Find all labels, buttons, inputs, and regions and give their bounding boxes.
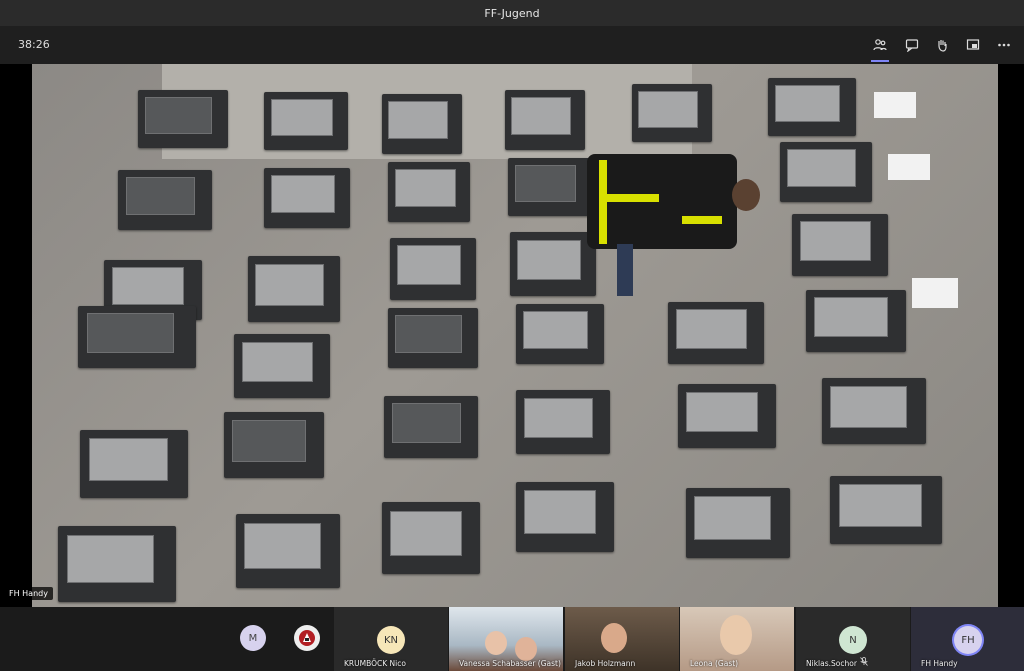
speaker-name-label: FH Handy xyxy=(4,587,53,600)
storage-bin xyxy=(390,238,476,300)
storage-bin xyxy=(830,476,942,544)
participant-name: Vanessa Schabasser (Gast) xyxy=(459,659,561,668)
storage-bin xyxy=(138,90,228,148)
mic-muted-icon xyxy=(860,657,868,668)
storage-bin xyxy=(382,502,480,574)
storage-bin xyxy=(516,390,610,454)
participant-name: Niklas.Sochor xyxy=(806,659,857,668)
storage-bin xyxy=(264,168,350,228)
storage-bin xyxy=(792,214,888,276)
storage-bin xyxy=(224,412,324,478)
storage-bin xyxy=(78,306,196,368)
participant-name: Jakob Holzmann xyxy=(575,659,636,668)
participant-avatar[interactable]: M xyxy=(240,625,266,651)
storage-bin xyxy=(516,304,604,364)
meeting-toolbar: 38:26 xyxy=(0,26,1024,64)
participant-initials: N xyxy=(849,634,857,646)
participant-name: FH Handy xyxy=(921,659,958,668)
chat-icon[interactable] xyxy=(901,34,923,56)
storage-bin xyxy=(632,84,712,142)
storage-bin xyxy=(388,308,478,368)
storage-bin xyxy=(118,170,212,230)
participant-tile[interactable]: KN KRUMBÖCK Nico xyxy=(334,607,448,671)
storage-bin xyxy=(388,162,470,222)
storage-bin xyxy=(384,396,478,458)
storage-bin xyxy=(508,158,590,216)
participant-avatar: FH xyxy=(954,626,982,654)
participant-avatar[interactable] xyxy=(294,625,320,651)
participant-initials: KN xyxy=(383,634,399,646)
window-title: FF-Jugend xyxy=(484,6,540,20)
participants-icon[interactable] xyxy=(869,34,891,62)
main-video-feed[interactable] xyxy=(32,64,998,607)
participant-strip: M KN KRUMBÖCK Nico Vanessa Schabasser (G… xyxy=(0,607,1024,671)
fire-brigade-logo-icon xyxy=(299,630,315,646)
participant-name: Leona (Gast) xyxy=(690,659,739,668)
storage-bin xyxy=(806,290,906,352)
share-screen-icon[interactable] xyxy=(962,34,984,56)
storage-bin xyxy=(822,378,926,444)
participant-tile[interactable]: FH FH Handy xyxy=(911,607,1024,671)
storage-bin xyxy=(80,430,188,498)
storage-bin xyxy=(510,232,596,296)
participant-tile[interactable]: Leona (Gast) xyxy=(680,607,794,671)
participant-name: KRUMBÖCK Nico xyxy=(344,659,406,668)
storage-bin xyxy=(780,142,872,202)
participant-avatar: N xyxy=(839,626,867,654)
storage-bin xyxy=(248,256,340,322)
storage-bin xyxy=(678,384,776,448)
firefighter-person xyxy=(587,154,767,304)
participant-tile[interactable]: Vanessa Schabasser (Gast) xyxy=(449,607,563,671)
storage-bin xyxy=(668,302,764,364)
raise-hand-icon[interactable] xyxy=(931,34,953,56)
storage-bin xyxy=(382,94,462,154)
storage-bin xyxy=(516,482,614,552)
participant-initials: M xyxy=(248,632,258,644)
storage-bin xyxy=(686,488,790,558)
more-options-icon[interactable] xyxy=(993,34,1015,56)
participant-tile[interactable]: Jakob Holzmann xyxy=(565,607,679,671)
paper-sheet xyxy=(888,154,930,180)
participant-avatar: KN xyxy=(377,626,405,654)
paper-sheet xyxy=(912,278,958,308)
storage-bin xyxy=(58,526,176,602)
participant-initials: FH xyxy=(961,634,975,646)
storage-bin xyxy=(264,92,348,150)
storage-bin xyxy=(505,90,585,150)
participant-tile[interactable]: N Niklas.Sochor xyxy=(796,607,910,671)
storage-bin xyxy=(236,514,340,588)
window-titlebar: FF-Jugend xyxy=(0,0,1024,26)
main-video-stage: FH Handy xyxy=(0,64,1024,607)
meeting-timer: 38:26 xyxy=(18,38,50,51)
storage-bin xyxy=(234,334,330,398)
storage-bin xyxy=(768,78,856,136)
paper-sheet xyxy=(874,92,916,118)
